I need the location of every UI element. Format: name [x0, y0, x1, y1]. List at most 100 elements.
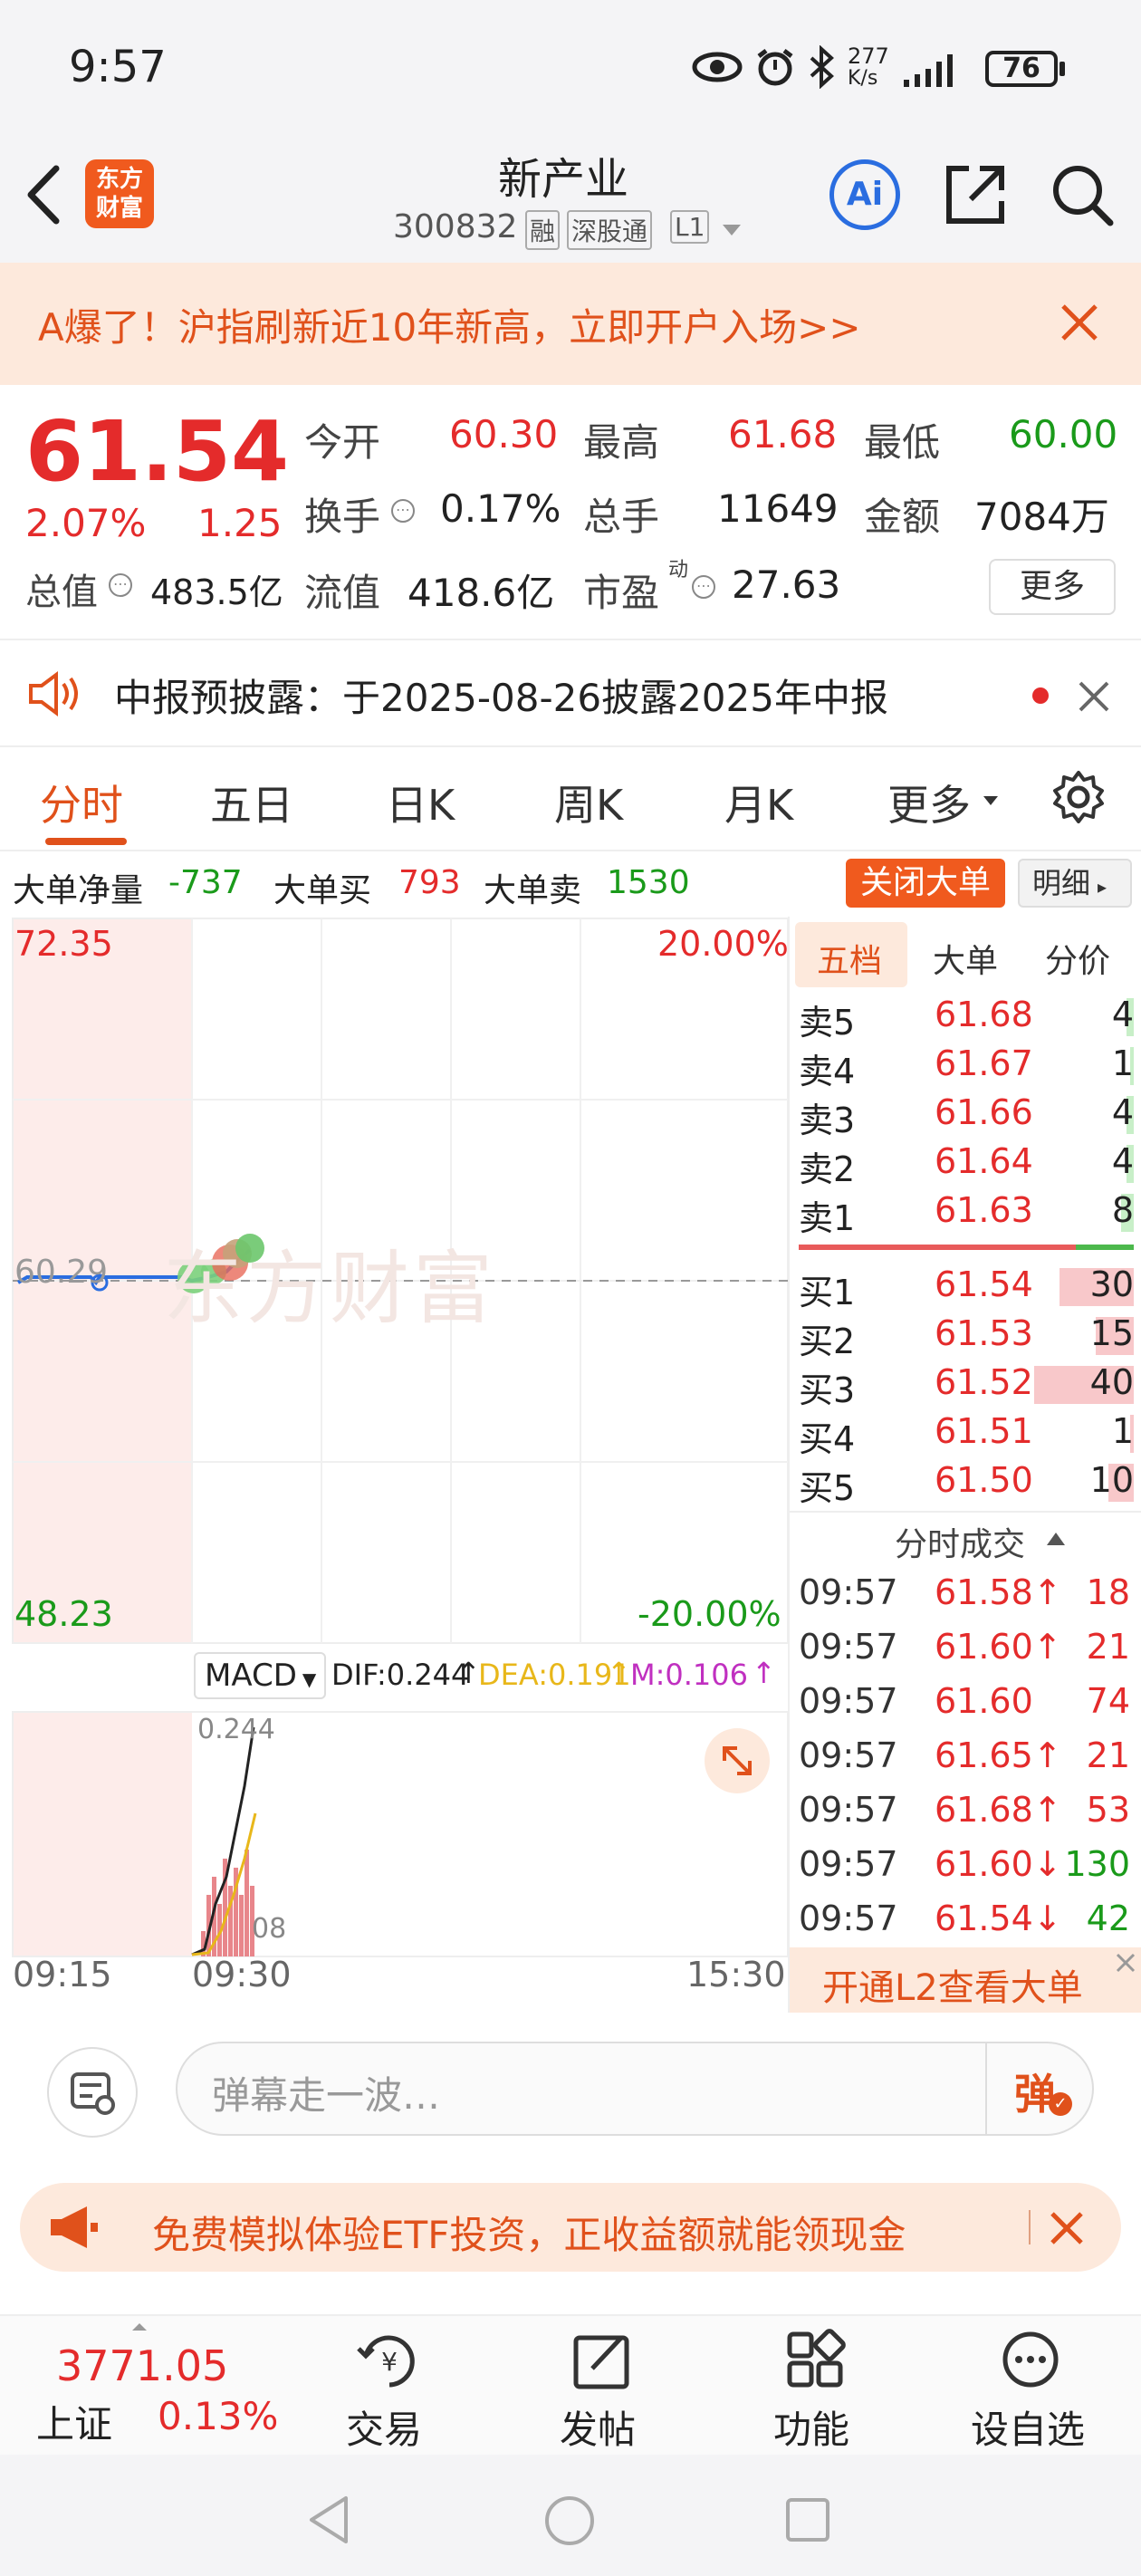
tab-intraday[interactable]: 分时: [40, 773, 123, 832]
battery-level: 76: [1002, 53, 1040, 84]
trade-button[interactable]: ¥ 交易: [335, 2329, 444, 2452]
ai-button[interactable]: Ai: [829, 159, 900, 230]
tick-row: 09:57 61.54↓ 42: [799, 1893, 1134, 1947]
macd-caret-icon: ▼: [302, 1668, 317, 1690]
mktcap-value: 483.5亿: [150, 572, 283, 612]
danmu-input[interactable]: 弹幕走一波… 弹 ✓: [176, 2042, 1094, 2136]
sys-back-icon[interactable]: [306, 2494, 351, 2545]
search-icon[interactable]: [1049, 161, 1116, 228]
bid-row[interactable]: 买5 61.50 10: [799, 1456, 1134, 1508]
float-value: 418.6亿: [408, 571, 555, 615]
l2-close-icon[interactable]: [1114, 1951, 1137, 1975]
l2-upgrade-text: 开通L2查看大单: [822, 1967, 1083, 2009]
danmu-placeholder: 弹幕走一波…: [212, 2073, 441, 2118]
intraday-chart[interactable]: 东方财富 72.35 20.00% 60.29 48.23 -20.00% MA…: [0, 917, 789, 2031]
index-value: 3771.05: [56, 2341, 229, 2390]
announcement-bar[interactable]: 中报预披露：于2025-08-26披露2025年中报: [0, 639, 1141, 747]
more-button[interactable]: 更多: [989, 559, 1116, 615]
ask-row[interactable]: 卖4 61.67 1: [799, 1040, 1134, 1091]
tick-time: 09:57: [799, 1790, 898, 1830]
dropdown-icon[interactable]: [721, 223, 743, 237]
chart-canvas: [12, 918, 788, 1957]
settings-gear-icon[interactable]: [1050, 769, 1107, 825]
net-speed-value: 277: [848, 43, 889, 69]
back-arrow-icon[interactable]: [24, 163, 63, 226]
tick-time: 09:57: [799, 1572, 898, 1612]
detail-button[interactable]: 明细 ▸: [1018, 859, 1132, 908]
svg-text:¥: ¥: [381, 2347, 398, 2377]
tab-price-dist[interactable]: 分价: [1045, 935, 1110, 982]
share-icon[interactable]: [942, 161, 1009, 228]
ask-row[interactable]: 卖2 61.64 4: [799, 1138, 1134, 1189]
tab-more[interactable]: 更多: [887, 773, 971, 832]
index-change: 0.13%: [158, 2394, 279, 2438]
bid-row[interactable]: 买3 61.52 40: [799, 1359, 1134, 1410]
mktcap-info-icon[interactable]: ⋯: [109, 573, 132, 597]
function-button[interactable]: 功能: [762, 2329, 871, 2452]
tick-price: 61.60↓: [935, 1844, 1062, 1884]
bid-row[interactable]: 买4 61.51 1: [799, 1408, 1134, 1459]
tick-price: 61.54↓: [935, 1898, 1062, 1938]
close-big-order-label: 关闭大单: [859, 864, 991, 901]
sys-home-icon[interactable]: [543, 2494, 596, 2547]
promo-close-icon[interactable]: [1049, 2210, 1085, 2246]
bid-price: 61.51: [935, 1411, 1033, 1451]
bid-row[interactable]: 买2 61.53 15: [799, 1310, 1134, 1361]
divider: [790, 1511, 1141, 1513]
tab-monthly-k[interactable]: 月K: [724, 773, 793, 832]
open-label: 今开: [304, 420, 381, 465]
tick-price: 61.65↑: [935, 1735, 1062, 1775]
volume-label: 总手: [583, 495, 660, 539]
close-icon[interactable]: [1060, 303, 1099, 342]
system-nav-bar: [0, 2455, 1141, 2576]
promo-text: 免费模拟体验ETF投资，正收益额就能领现金: [152, 2213, 906, 2257]
macd-selector[interactable]: MACD ▼: [194, 1652, 326, 1699]
post-button[interactable]: 发帖: [549, 2329, 657, 2452]
index-quote[interactable]: 3771.05 上证 0.13%: [0, 2316, 299, 2456]
expand-button[interactable]: [705, 1728, 770, 1793]
tick-row: 09:57 61.60 74: [799, 1676, 1134, 1730]
dif-up-icon: ↑: [456, 1656, 481, 1690]
trade-yen-icon: ¥: [357, 2335, 415, 2388]
tab-five-day[interactable]: 五日: [210, 773, 293, 832]
sys-recents-icon[interactable]: [784, 2496, 831, 2543]
tab-big-order[interactable]: 大单: [933, 935, 998, 982]
watchlist-label: 设自选: [971, 2408, 1086, 2452]
send-danmu-button[interactable]: 弹: [1014, 2062, 1056, 2121]
logo-line2: 财富: [95, 195, 143, 222]
pe-info-icon[interactable]: ⋯: [692, 575, 715, 599]
bid-row[interactable]: 买1 61.54 30: [799, 1261, 1134, 1312]
tab-daily-k[interactable]: 日K: [386, 773, 455, 832]
ask-row[interactable]: 卖1 61.63 8: [799, 1187, 1134, 1238]
ask-row[interactable]: 卖3 61.66 4: [799, 1089, 1134, 1140]
status-bar: 9:57 277 K/s 76: [0, 0, 1141, 136]
ticks-title[interactable]: 分时成交: [895, 1518, 1025, 1565]
etf-promo-bar[interactable]: 免费模拟体验ETF投资，正收益额就能领现金: [20, 2183, 1121, 2272]
notice-close-icon[interactable]: [1078, 680, 1110, 713]
ask-row[interactable]: 卖5 61.68 4: [799, 991, 1134, 1043]
bid-price: 61.52: [935, 1362, 1033, 1402]
promo-banner[interactable]: A爆了！沪指刷新近10年新高，立即开户入场>>: [0, 263, 1141, 385]
macd-top-label: 0.244: [197, 1714, 275, 1745]
tick-row: 09:57 61.60↓ 130: [799, 1839, 1134, 1893]
add-watchlist-button[interactable]: 设自选: [964, 2329, 1099, 2452]
ask-vol: 1: [1111, 1043, 1134, 1083]
close-big-order-button[interactable]: 关闭大单: [846, 859, 1005, 908]
l2-upgrade-bar[interactable]: 开通L2查看大单: [790, 1947, 1141, 2013]
ask-label: 卖4: [799, 1052, 856, 1091]
tab-five-level[interactable]: 五档: [817, 935, 882, 982]
tick-vol: 42: [1086, 1898, 1130, 1938]
macd-premarket-shade: [13, 1712, 192, 1956]
high-label: 最高: [583, 420, 660, 465]
tick-vol: 18: [1086, 1572, 1130, 1612]
ask-price: 61.67: [935, 1043, 1033, 1083]
bid-price: 61.50: [935, 1460, 1033, 1500]
tick-vol: 53: [1086, 1790, 1130, 1830]
tab-weekly-k[interactable]: 周K: [554, 773, 623, 832]
info-icon[interactable]: ⋯: [391, 499, 415, 523]
status-time: 9:57: [69, 42, 167, 92]
sort-up-icon[interactable]: [1045, 1531, 1067, 1547]
danmu-settings-button[interactable]: [47, 2047, 138, 2138]
dea-up-icon: ↑: [607, 1656, 631, 1690]
low-label: 最低: [864, 420, 941, 465]
